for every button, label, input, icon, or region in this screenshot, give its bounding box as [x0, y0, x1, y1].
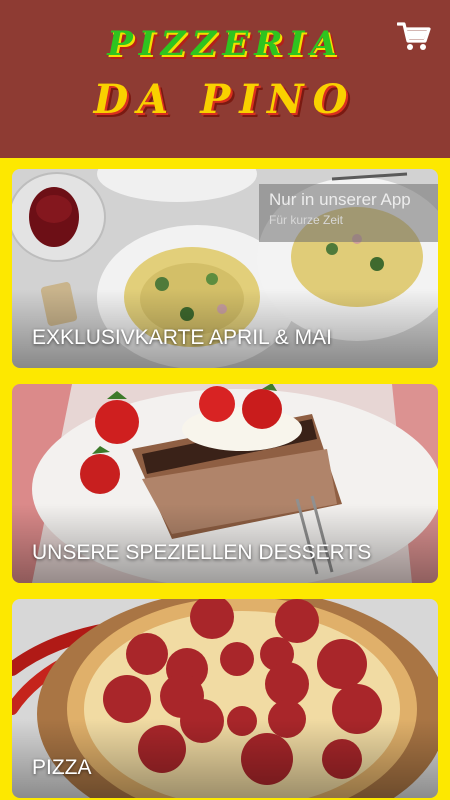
promo-title: Nur in unserer App [269, 190, 411, 209]
card-title: UNSERE SPEZIELLEN DESSERTS [32, 541, 372, 564]
card-title: EXKLUSIVKARTE APRIL & MAI [32, 326, 332, 349]
promo-subtitle: Für kurze Zeit [269, 213, 344, 227]
card-title: PIZZA [32, 756, 92, 779]
shopping-cart-icon [397, 22, 431, 50]
pizza-card[interactable]: PIZZA [12, 599, 438, 798]
app-header: PIZZERIA DA PINO [0, 0, 450, 158]
promo-badge: Nur in unserer App Für kurze Zeit [259, 184, 438, 242]
cart-button[interactable] [393, 18, 435, 56]
exclusive-menu-card[interactable]: Nur in unserer App Für kurze Zeit EXKLUS… [12, 169, 438, 368]
desserts-card[interactable]: UNSERE SPEZIELLEN DESSERTS [12, 384, 438, 583]
pizzeria-logo: PIZZERIA DA PINO [0, 0, 450, 158]
logo-line-1: PIZZERIA [107, 24, 343, 64]
logo-line-2: DA PINO [93, 76, 357, 123]
